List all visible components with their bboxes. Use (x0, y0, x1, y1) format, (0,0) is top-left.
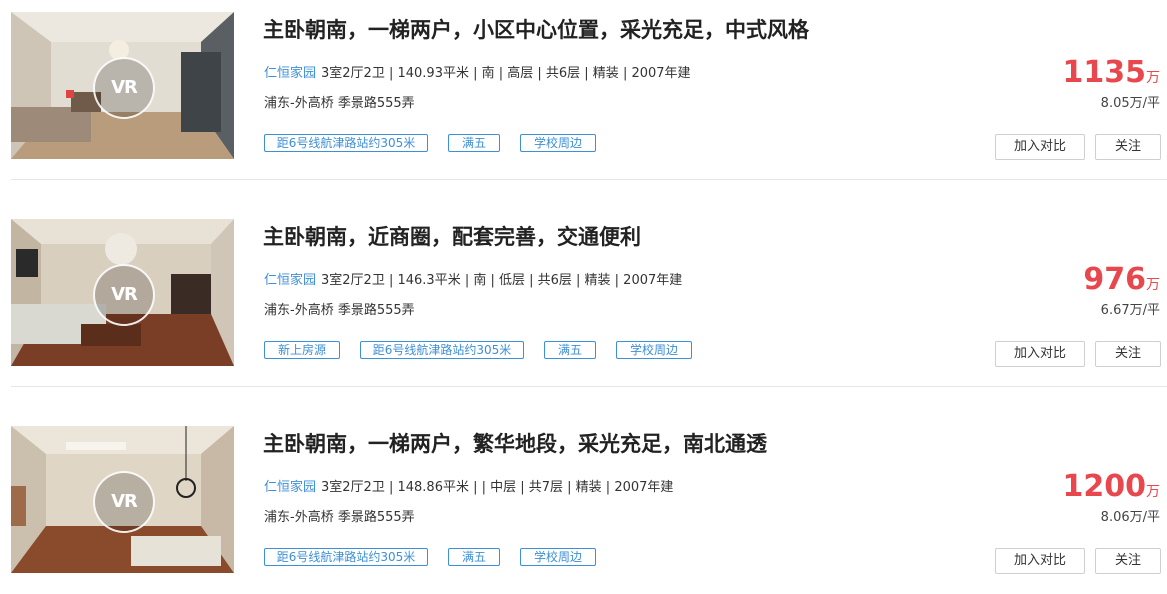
house-details: 3室2厅2卫 | 148.86平米 | | 中层 | 共7层 | 精装 | 20… (321, 480, 674, 495)
total-price: 1200万 (1062, 469, 1161, 504)
divider (11, 179, 1167, 180)
tag-subway: 距6号线航津路站约305米 (264, 548, 428, 566)
follow-button[interactable]: 关注 (1095, 341, 1161, 367)
listing-title[interactable]: 主卧朝南，近商圈，配套完善，交通便利 (263, 221, 641, 251)
listing-details: 仁恒家园 3室2厅2卫 | 146.3平米 | 南 | 低层 | 共6层 | 精装… (264, 269, 682, 288)
vr-tour-icon[interactable]: VR (93, 57, 155, 119)
add-compare-button[interactable]: 加入对比 (995, 341, 1085, 367)
total-price: 1135万 (1062, 55, 1161, 90)
listing-card: VR 主卧朝南，一梯两户，繁华地段，采光充足，南北通透 仁恒家园 3室2厅2卫 |… (0, 414, 1167, 594)
community-link[interactable]: 仁恒家园 (264, 273, 316, 288)
follow-button[interactable]: 关注 (1095, 134, 1161, 160)
total-price: 976万 (1083, 262, 1160, 297)
unit-price: 8.06万/平 (1100, 510, 1160, 525)
tag-man-wu: 满五 (544, 341, 596, 359)
listing-card: VR 主卧朝南，近商圈，配套完善，交通便利 仁恒家园 3室2厅2卫 | 146.3… (0, 207, 1167, 387)
listing-details: 仁恒家园 3室2厅2卫 | 148.86平米 | | 中层 | 共7层 | 精装 … (264, 476, 673, 495)
listing-location: 浦东-外高桥 季景路555弄 (264, 96, 415, 111)
house-details: 3室2厅2卫 | 146.3平米 | 南 | 低层 | 共6层 | 精装 | 2… (321, 273, 683, 288)
unit-price: 6.67万/平 (1100, 303, 1160, 318)
listing-location: 浦东-外高桥 季景路555弄 (264, 510, 415, 525)
vr-tour-icon[interactable]: VR (93, 264, 155, 326)
tag-school: 学校周边 (616, 341, 692, 359)
unit-price: 8.05万/平 (1100, 96, 1160, 111)
tag-subway: 距6号线航津路站约305米 (360, 341, 524, 359)
listing-photo[interactable]: VR (11, 219, 234, 366)
house-details: 3室2厅2卫 | 140.93平米 | 南 | 高层 | 共6层 | 精装 | … (321, 66, 691, 81)
listing-title[interactable]: 主卧朝南，一梯两户，繁华地段，采光充足，南北通透 (263, 428, 767, 458)
tag-man-wu: 满五 (448, 134, 500, 152)
tag-school: 学校周边 (520, 548, 596, 566)
tag-man-wu: 满五 (448, 548, 500, 566)
vr-tour-icon[interactable]: VR (93, 471, 155, 533)
listing-details: 仁恒家园 3室2厅2卫 | 140.93平米 | 南 | 高层 | 共6层 | 精… (264, 62, 691, 81)
tag-new-listing: 新上房源 (264, 341, 340, 359)
divider (11, 386, 1167, 387)
listing-photo[interactable]: VR (11, 426, 234, 573)
add-compare-button[interactable]: 加入对比 (995, 548, 1085, 574)
add-compare-button[interactable]: 加入对比 (995, 134, 1085, 160)
listing-location: 浦东-外高桥 季景路555弄 (264, 303, 415, 318)
community-link[interactable]: 仁恒家园 (264, 480, 316, 495)
listing-photo[interactable]: VR (11, 12, 234, 159)
tag-subway: 距6号线航津路站约305米 (264, 134, 428, 152)
community-link[interactable]: 仁恒家园 (264, 66, 316, 81)
listing-card: VR 主卧朝南，一梯两户，小区中心位置，采光充足，中式风格 仁恒家园 3室2厅2卫… (0, 0, 1167, 180)
follow-button[interactable]: 关注 (1095, 548, 1161, 574)
tag-school: 学校周边 (520, 134, 596, 152)
listing-title[interactable]: 主卧朝南，一梯两户，小区中心位置，采光充足，中式风格 (263, 14, 809, 44)
